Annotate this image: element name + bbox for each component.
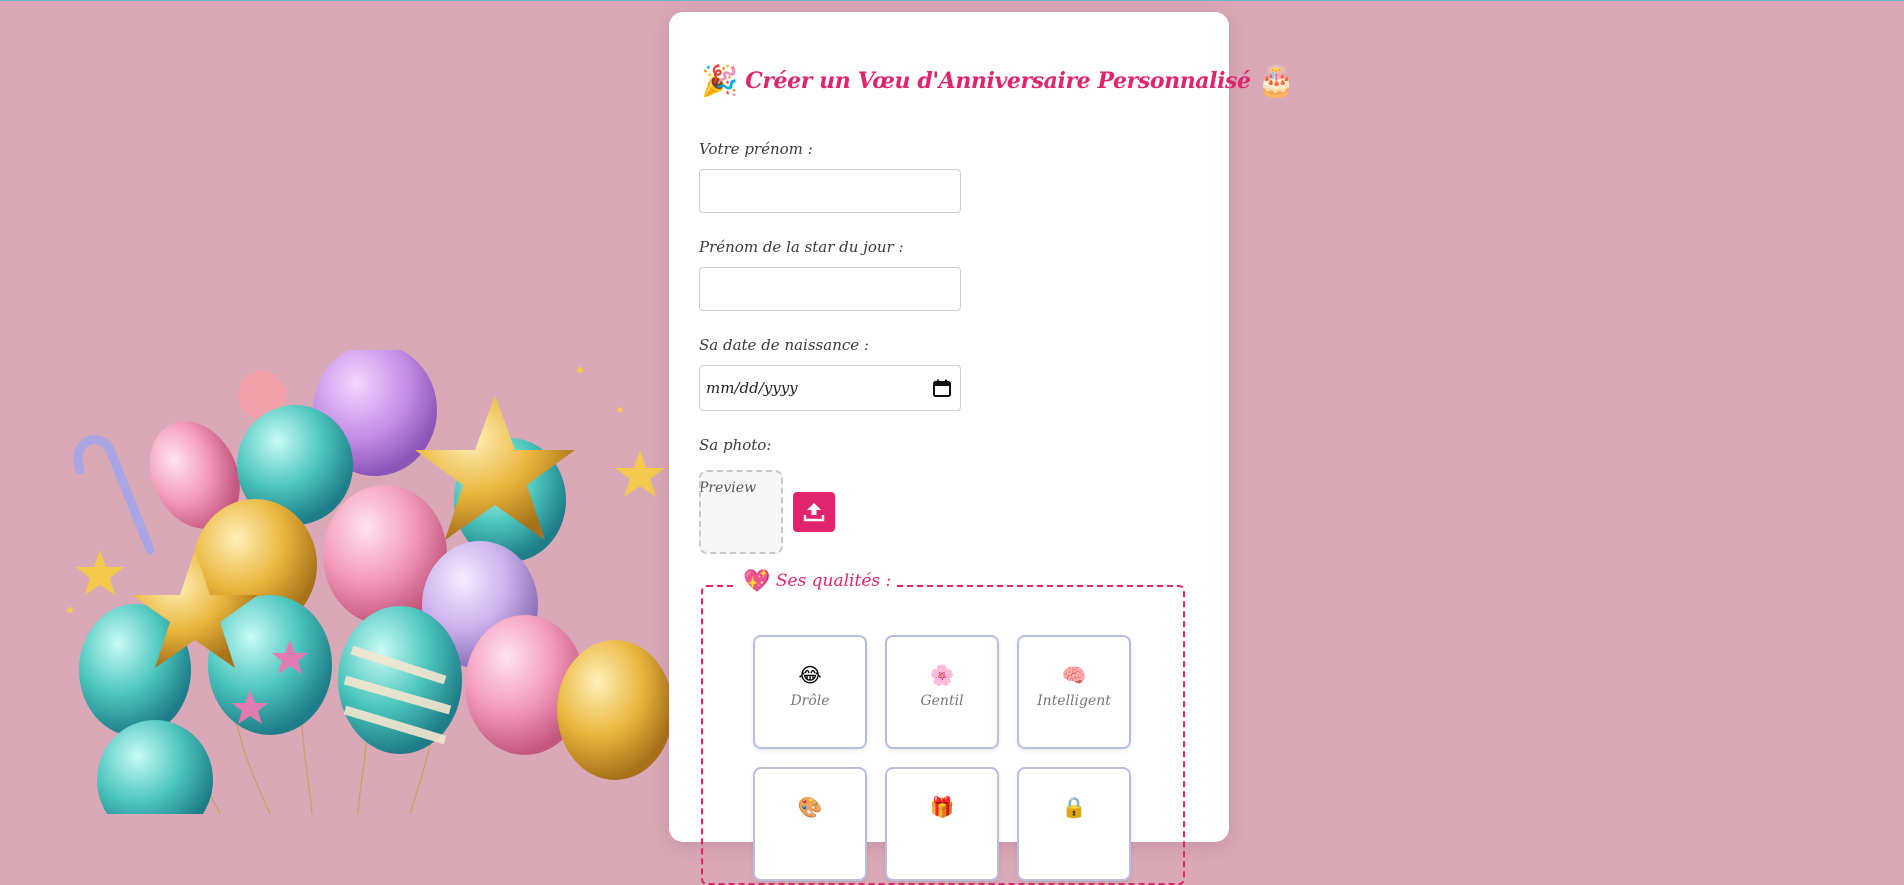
page-title: 🎉 Créer un Vœu d'Anniversaire Personnali… [701,64,1295,99]
quality-option-gentil[interactable]: 🌸 Gentil [885,635,999,749]
birthdate-label: Sa date de naissance : [699,336,869,354]
quality-label: Drôle [790,693,830,709]
sparkling-heart-icon: 💖 [743,569,771,594]
star-name-input[interactable] [699,267,961,311]
calendar-icon[interactable] [932,378,952,398]
top-border [0,0,1904,1]
qualities-legend: 💖 Ses qualités : [737,569,898,594]
photo-preview-alt: Preview [699,480,757,496]
upload-icon [803,503,825,522]
party-popper-icon: 🎉 [701,64,738,99]
quality-option-intelligent[interactable]: 🧠 Intelligent [1017,635,1131,749]
your-name-input[interactable] [699,169,961,213]
birthdate-input[interactable]: mm/dd/yyyy [699,365,961,411]
laughing-face-icon: 😂 [798,663,822,687]
brain-icon: 🧠 [1061,663,1087,687]
quality-option-artiste[interactable]: 🎨 [753,767,867,881]
quality-label: Intelligent [1037,693,1111,709]
birthday-form-card: 🎉 Créer un Vœu d'Anniversaire Personnali… [669,12,1295,885]
page-title-text: Créer un Vœu d'Anniversaire Personnalisé [745,68,1251,94]
upload-photo-button[interactable] [793,492,835,532]
your-name-label: Votre prénom : [699,140,813,158]
flower-icon: 🌸 [929,663,955,687]
photo-preview: Preview [699,470,783,554]
star-name-label: Prénom de la star du jour : [699,238,904,256]
birthday-cake-icon: 🎂 [1257,64,1295,99]
quality-option-drole[interactable]: 😂 Drôle [753,635,867,749]
quality-option-genereux[interactable]: 🎁 [885,767,999,881]
lock-icon: 🔒 [1061,795,1087,819]
gift-icon: 🎁 [929,795,955,819]
photo-label: Sa photo: [699,436,772,454]
balloons-illustration [67,350,673,814]
quality-option-fidele[interactable]: 🔒 [1017,767,1131,881]
birthdate-placeholder: mm/dd/yyyy [706,379,798,397]
quality-label: Gentil [920,693,964,709]
qualities-legend-text: Ses qualités : [775,571,892,591]
qualities-fieldset: 💖 Ses qualités : 😂 Drôle 🌸 Gentil 🧠 Inte… [701,569,1185,885]
palette-icon: 🎨 [797,795,823,819]
